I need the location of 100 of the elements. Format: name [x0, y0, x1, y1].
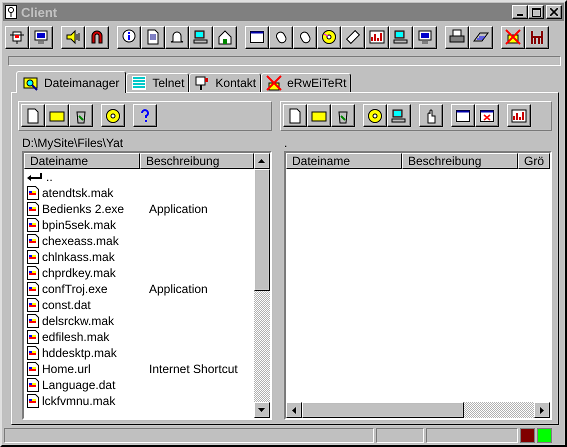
- back-arrow-icon: [27, 173, 43, 181]
- printer-icon: [449, 29, 465, 45]
- notepad-icon: [145, 29, 161, 45]
- scroll-left-icon: [292, 406, 296, 414]
- toolbar-button[interactable]: [5, 26, 29, 48]
- disc-icon: [321, 29, 337, 45]
- file-icon: [27, 250, 39, 264]
- column-header[interactable]: Dateiname: [24, 153, 140, 169]
- toolbar-button[interactable]: [469, 26, 493, 48]
- toolbar-button[interactable]: [45, 104, 69, 127]
- monitor-icon: [33, 29, 49, 45]
- toolbar-button[interactable]: [418, 104, 443, 127]
- scroll-down-icon: [258, 408, 266, 412]
- toolbar-button[interactable]: [21, 104, 45, 127]
- column-header[interactable]: Dateiname: [286, 153, 402, 169]
- status-pane: [376, 428, 424, 443]
- magnet-icon: [89, 29, 105, 45]
- column-header[interactable]: Beschreibung: [402, 153, 518, 169]
- info-icon: [121, 29, 137, 45]
- display-icon: [417, 29, 433, 45]
- toolbar-button[interactable]: [389, 26, 413, 48]
- file-icon: [27, 378, 39, 392]
- scroll-right-icon: [540, 406, 544, 414]
- toolbar-button[interactable]: [141, 26, 165, 48]
- file-name: lckfvmnu.mak: [42, 394, 116, 408]
- toolbar-button[interactable]: [341, 26, 365, 48]
- toolbar-button[interactable]: [245, 26, 269, 48]
- file-name: Language.dat: [42, 378, 116, 392]
- toolbar-button[interactable]: [445, 26, 469, 48]
- app-icon: [5, 5, 17, 19]
- plug-icon: [9, 29, 25, 45]
- file-icon: [27, 266, 39, 280]
- chart-icon: [369, 29, 385, 45]
- disc-icon: [105, 108, 121, 124]
- column-header[interactable]: Beschreibung: [140, 153, 254, 169]
- file-name: ..: [46, 170, 53, 184]
- cross-icon: [266, 75, 282, 91]
- file-icon: [27, 346, 39, 360]
- window-icon: [454, 108, 471, 124]
- file-description: Application: [149, 202, 208, 216]
- house-icon: [217, 29, 233, 45]
- toolbar-button[interactable]: [330, 104, 355, 127]
- toolbar-button[interactable]: [85, 26, 109, 48]
- toolbar-button[interactable]: [282, 104, 307, 127]
- toolbar-button[interactable]: [69, 104, 93, 127]
- toolbar-button[interactable]: [413, 26, 437, 48]
- toolbar-button[interactable]: [506, 104, 531, 127]
- file-icon: [27, 394, 39, 408]
- toolbar-button[interactable]: [101, 104, 125, 127]
- file-name: chlnkass.mak: [42, 250, 115, 264]
- tab[interactable]: Dateimanager: [16, 71, 126, 93]
- file-icon: [27, 314, 39, 328]
- tab[interactable]: Kontakt: [189, 73, 262, 92]
- file-name: const.dat: [42, 298, 91, 312]
- toolbar-button[interactable]: [165, 26, 189, 48]
- mailbox-icon: [194, 75, 210, 91]
- toolbar-button[interactable]: [293, 26, 317, 48]
- file-name: confTroj.exe: [42, 282, 108, 296]
- file-icon: [27, 330, 39, 344]
- file-name: atendtsk.mak: [42, 186, 114, 200]
- toolbar-button[interactable]: [133, 104, 157, 127]
- window-icon: [249, 29, 265, 45]
- file-description: Application: [149, 282, 208, 296]
- close-button[interactable]: [546, 5, 562, 19]
- file-name: chprdkey.mak: [42, 266, 116, 280]
- chart-icon: [510, 108, 527, 124]
- toolbar-button[interactable]: [362, 104, 387, 127]
- window-title: Client: [21, 4, 58, 20]
- magnifier-icon: [23, 74, 39, 90]
- toolbar-button[interactable]: [269, 26, 293, 48]
- file-icon: [27, 234, 39, 248]
- file-name: Bedienks 2.exe: [42, 202, 124, 216]
- toolbar-button[interactable]: [61, 26, 85, 48]
- toolbar-button[interactable]: [386, 104, 411, 127]
- toolbar-button[interactable]: [29, 26, 53, 48]
- tab[interactable]: Telnet: [126, 73, 190, 92]
- file-icon: [27, 362, 39, 376]
- toolbar-button[interactable]: [365, 26, 389, 48]
- minimize-button[interactable]: [512, 5, 528, 19]
- toolbar-button[interactable]: [189, 26, 213, 48]
- horizontal-scrollbar[interactable]: [286, 402, 550, 418]
- scroll-up-icon: [258, 159, 266, 163]
- toolbar-button[interactable]: [474, 104, 499, 127]
- vertical-scrollbar[interactable]: [254, 153, 270, 418]
- list-icon: [131, 75, 148, 91]
- toolbar-button[interactable]: [317, 26, 341, 48]
- file-icon: [27, 186, 39, 200]
- file-name: bpin5sek.mak: [42, 218, 116, 232]
- toolbar-button[interactable]: [501, 26, 525, 48]
- column-header[interactable]: Grö: [518, 153, 550, 169]
- toolbar-button[interactable]: [306, 104, 331, 127]
- toolbar-button[interactable]: [525, 26, 549, 48]
- toolbar-button[interactable]: [117, 26, 141, 48]
- file-icon: [27, 298, 39, 312]
- path-label: D:\MySite\Files\Yat: [22, 136, 124, 150]
- toolbar-button[interactable]: [213, 26, 237, 48]
- toolbar-button[interactable]: [450, 104, 475, 127]
- computer-icon: [393, 29, 409, 45]
- tab[interactable]: eRwEiTeRt: [261, 73, 352, 92]
- maximize-button[interactable]: [528, 5, 544, 19]
